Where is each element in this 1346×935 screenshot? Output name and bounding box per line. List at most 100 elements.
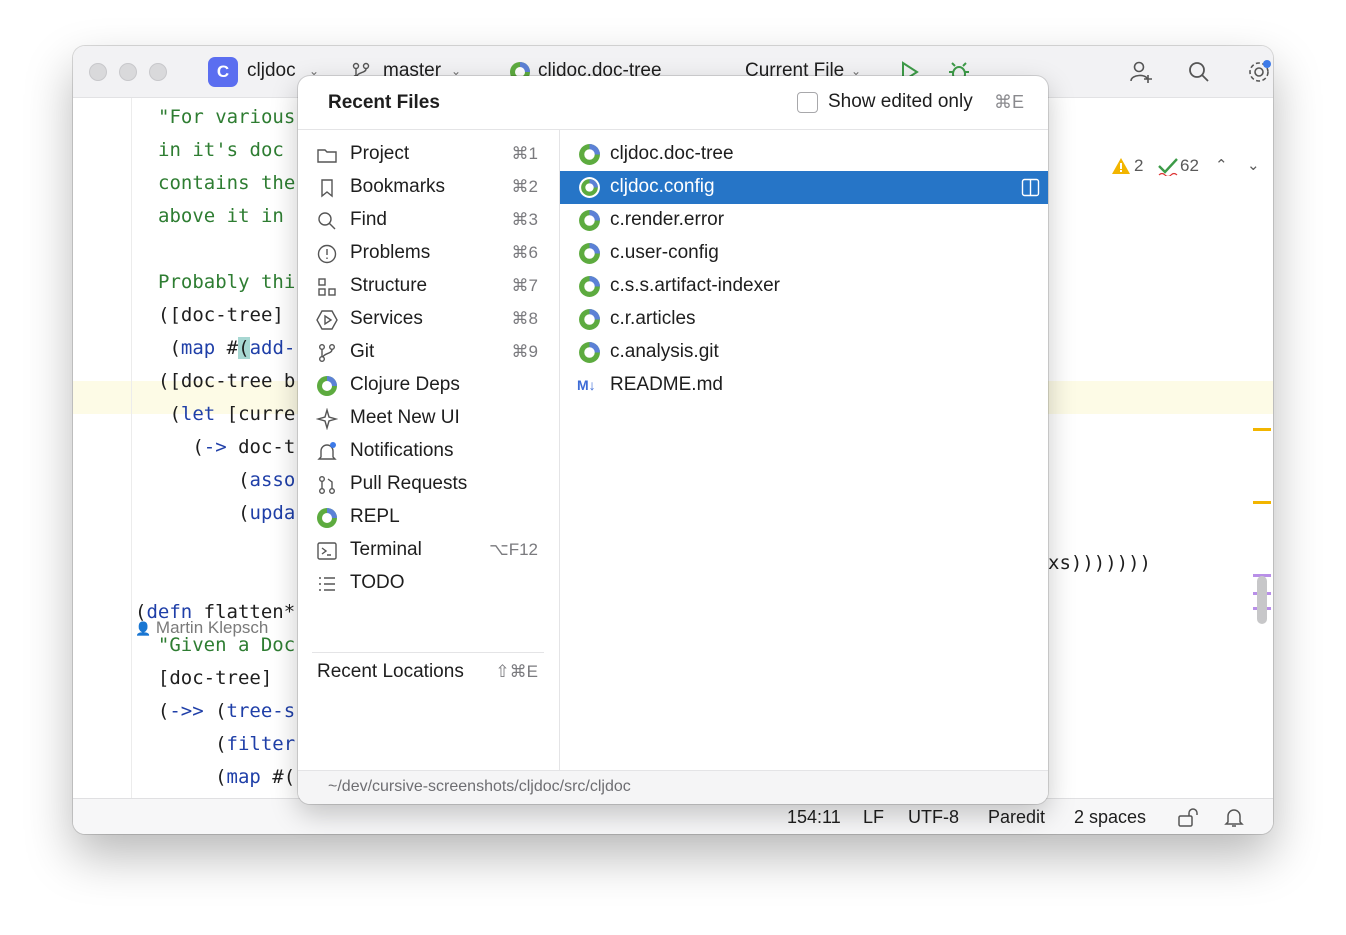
services-icon	[316, 310, 338, 330]
code-line: [doc-tree]	[135, 662, 272, 695]
clojure-file-icon	[579, 342, 600, 363]
recent-files-list: cljdoc.doc-tree cljdoc.config c.render.err…	[560, 130, 1048, 770]
nav-item-shortcut: ⌘2	[511, 177, 538, 196]
file-item[interactable]: c.s.s.artifact-indexer	[560, 270, 1048, 303]
file-item-label: cljdoc.config	[610, 176, 715, 197]
nav-item-label: Services	[350, 308, 423, 329]
nav-item-label: Notifications	[350, 440, 454, 461]
show-edited-shortcut: ⌘E	[994, 92, 1025, 112]
nav-item-label: Problems	[350, 242, 431, 263]
terminal-icon	[317, 542, 337, 560]
nav-item-services[interactable]: Services ⌘8	[298, 303, 560, 336]
close-window-button[interactable]	[89, 63, 107, 81]
nav-item-shortcut: ⌘7	[511, 276, 538, 295]
file-item-label: c.s.s.artifact-indexer	[610, 275, 780, 296]
code-line: "For various	[158, 101, 295, 134]
nav-item-structure[interactable]: Structure ⌘7	[298, 270, 560, 303]
open-in-split-icon[interactable]	[1021, 178, 1040, 197]
nav-item-shortcut: ⌘1	[511, 144, 538, 163]
show-edited-label[interactable]: Show edited only	[828, 91, 973, 113]
sparkle-icon	[316, 408, 338, 430]
nav-item-bookmarks[interactable]: Bookmarks ⌘2	[298, 171, 560, 204]
minimize-window-button[interactable]	[119, 63, 137, 81]
nav-item-clojure-deps[interactable]: Clojure Deps	[298, 369, 560, 402]
nav-item-find[interactable]: Find ⌘3	[298, 204, 560, 237]
nav-item-problems[interactable]: Problems ⌘6	[298, 237, 560, 270]
nav-item-shortcut: ⌥F12	[489, 540, 538, 559]
show-edited-checkbox[interactable]	[797, 92, 818, 113]
nav-item-shortcut: ⌘3	[511, 210, 538, 229]
code-line: (let [curre	[158, 398, 295, 431]
file-item[interactable]: c.render.error	[560, 204, 1048, 237]
chevron-down-icon[interactable]: ⌄	[1247, 156, 1260, 174]
code-token: tree-s	[226, 700, 296, 722]
pull-request-icon	[319, 476, 335, 494]
check-icon[interactable]	[1157, 156, 1179, 176]
scroll-marker-warning[interactable]	[1253, 428, 1271, 431]
code-line: (upda	[158, 497, 295, 530]
add-user-icon[interactable]	[1127, 58, 1155, 86]
warning-count[interactable]: 2	[1134, 156, 1143, 176]
file-item-label: c.user-config	[610, 242, 719, 263]
git-icon	[319, 344, 335, 362]
clojure-file-icon	[579, 243, 600, 264]
code-token: map	[180, 337, 216, 359]
nav-item-git[interactable]: Git ⌘9	[298, 336, 560, 369]
scroll-marker-warning[interactable]	[1253, 501, 1271, 504]
file-item[interactable]: c.r.articles	[560, 303, 1048, 336]
code-token: #(	[260, 766, 296, 788]
bell-icon[interactable]	[1223, 806, 1245, 828]
code-token: let	[180, 403, 216, 425]
nav-item-repl[interactable]: REPL	[298, 501, 560, 534]
warning-icon[interactable]	[1111, 156, 1131, 176]
code-token: ([doc-tree]	[158, 304, 284, 326]
search-icon[interactable]	[1185, 58, 1213, 86]
popup-header: Recent Files Show edited only ⌘E	[298, 76, 1048, 130]
gear-icon[interactable]	[1245, 58, 1273, 86]
recent-locations-item[interactable]: Recent Locations ⇧⌘E	[298, 656, 560, 689]
code-line: ([doc-tree b	[158, 365, 295, 398]
code-token: doc-t	[226, 436, 296, 458]
editing-mode[interactable]: Paredit	[988, 807, 1045, 828]
unlock-icon[interactable]	[1177, 807, 1199, 827]
nav-item-pull-requests[interactable]: Pull Requests	[298, 468, 560, 501]
project-badge[interactable]: C	[208, 57, 238, 87]
nav-item-label: Clojure Deps	[350, 374, 460, 395]
check-count[interactable]: 62	[1180, 156, 1199, 176]
code-token: add-	[249, 337, 296, 359]
nav-item-todo[interactable]: TODO	[298, 567, 560, 600]
code-token: (	[158, 502, 250, 524]
file-item-label: README.md	[610, 374, 723, 395]
scrollbar-thumb[interactable]	[1257, 576, 1267, 624]
clojure-file-icon	[579, 144, 600, 165]
file-item-selected[interactable]: cljdoc.config	[560, 171, 1048, 204]
line-ending[interactable]: LF	[863, 807, 884, 828]
code-line: Probably thi	[158, 266, 295, 299]
file-encoding[interactable]: UTF-8	[908, 807, 959, 828]
nav-item-label: TODO	[350, 572, 405, 593]
code-token: (	[158, 436, 204, 458]
nav-item-terminal[interactable]: Terminal ⌥F12	[298, 534, 560, 567]
file-item[interactable]: c.user-config	[560, 237, 1048, 270]
cursor-position[interactable]: 154:11	[787, 807, 841, 828]
code-token: asso	[249, 469, 296, 491]
structure-icon	[318, 278, 336, 296]
code-line: (map #(	[135, 761, 295, 794]
project-name[interactable]: cljdoc	[247, 60, 296, 82]
code-token: (	[238, 337, 250, 359]
chevron-up-icon[interactable]: ⌃	[1215, 156, 1228, 174]
nav-item-meet-new-ui[interactable]: Meet New UI	[298, 402, 560, 435]
author-name: Martin Klepsch	[155, 618, 269, 637]
clojure-icon	[317, 508, 337, 528]
tool-window-list: Project ⌘1 Bookmarks ⌘2 Find ⌘3 Problems ⌘6 Stru…	[298, 130, 560, 770]
indent-setting[interactable]: 2 spaces	[1074, 807, 1146, 828]
nav-item-notifications[interactable]: Notifications	[298, 435, 560, 468]
file-item[interactable]: c.analysis.git	[560, 336, 1048, 369]
recent-locations-shortcut: ⇧⌘E	[495, 662, 538, 681]
clojure-file-icon	[579, 309, 600, 330]
file-item[interactable]: M↓ README.md	[560, 369, 1048, 402]
code-author-hint: 👤 Martin Klepsch	[135, 618, 268, 638]
zoom-window-button[interactable]	[149, 63, 167, 81]
file-item[interactable]: cljdoc.doc-tree	[560, 138, 1048, 171]
nav-item-project[interactable]: Project ⌘1	[298, 138, 560, 171]
